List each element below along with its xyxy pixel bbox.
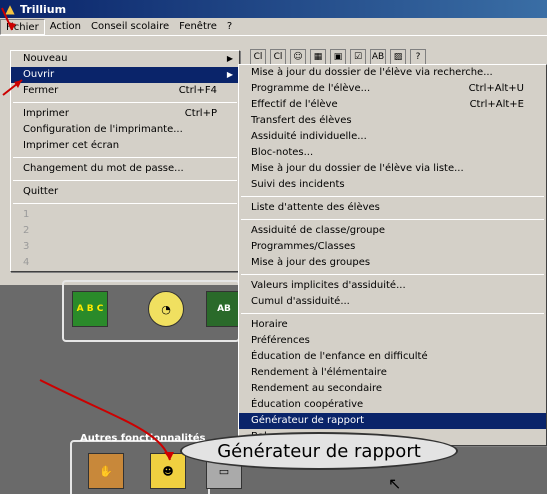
mouse-cursor-icon: ↖ xyxy=(388,474,402,493)
callout-report-generator: Générateur de rapport xyxy=(180,432,458,470)
annotation-arrows xyxy=(1,7,174,461)
arrowhead-open xyxy=(14,80,22,88)
callout-text: Générateur de rapport xyxy=(217,440,421,462)
arrow-to-report-generator xyxy=(39,379,171,461)
